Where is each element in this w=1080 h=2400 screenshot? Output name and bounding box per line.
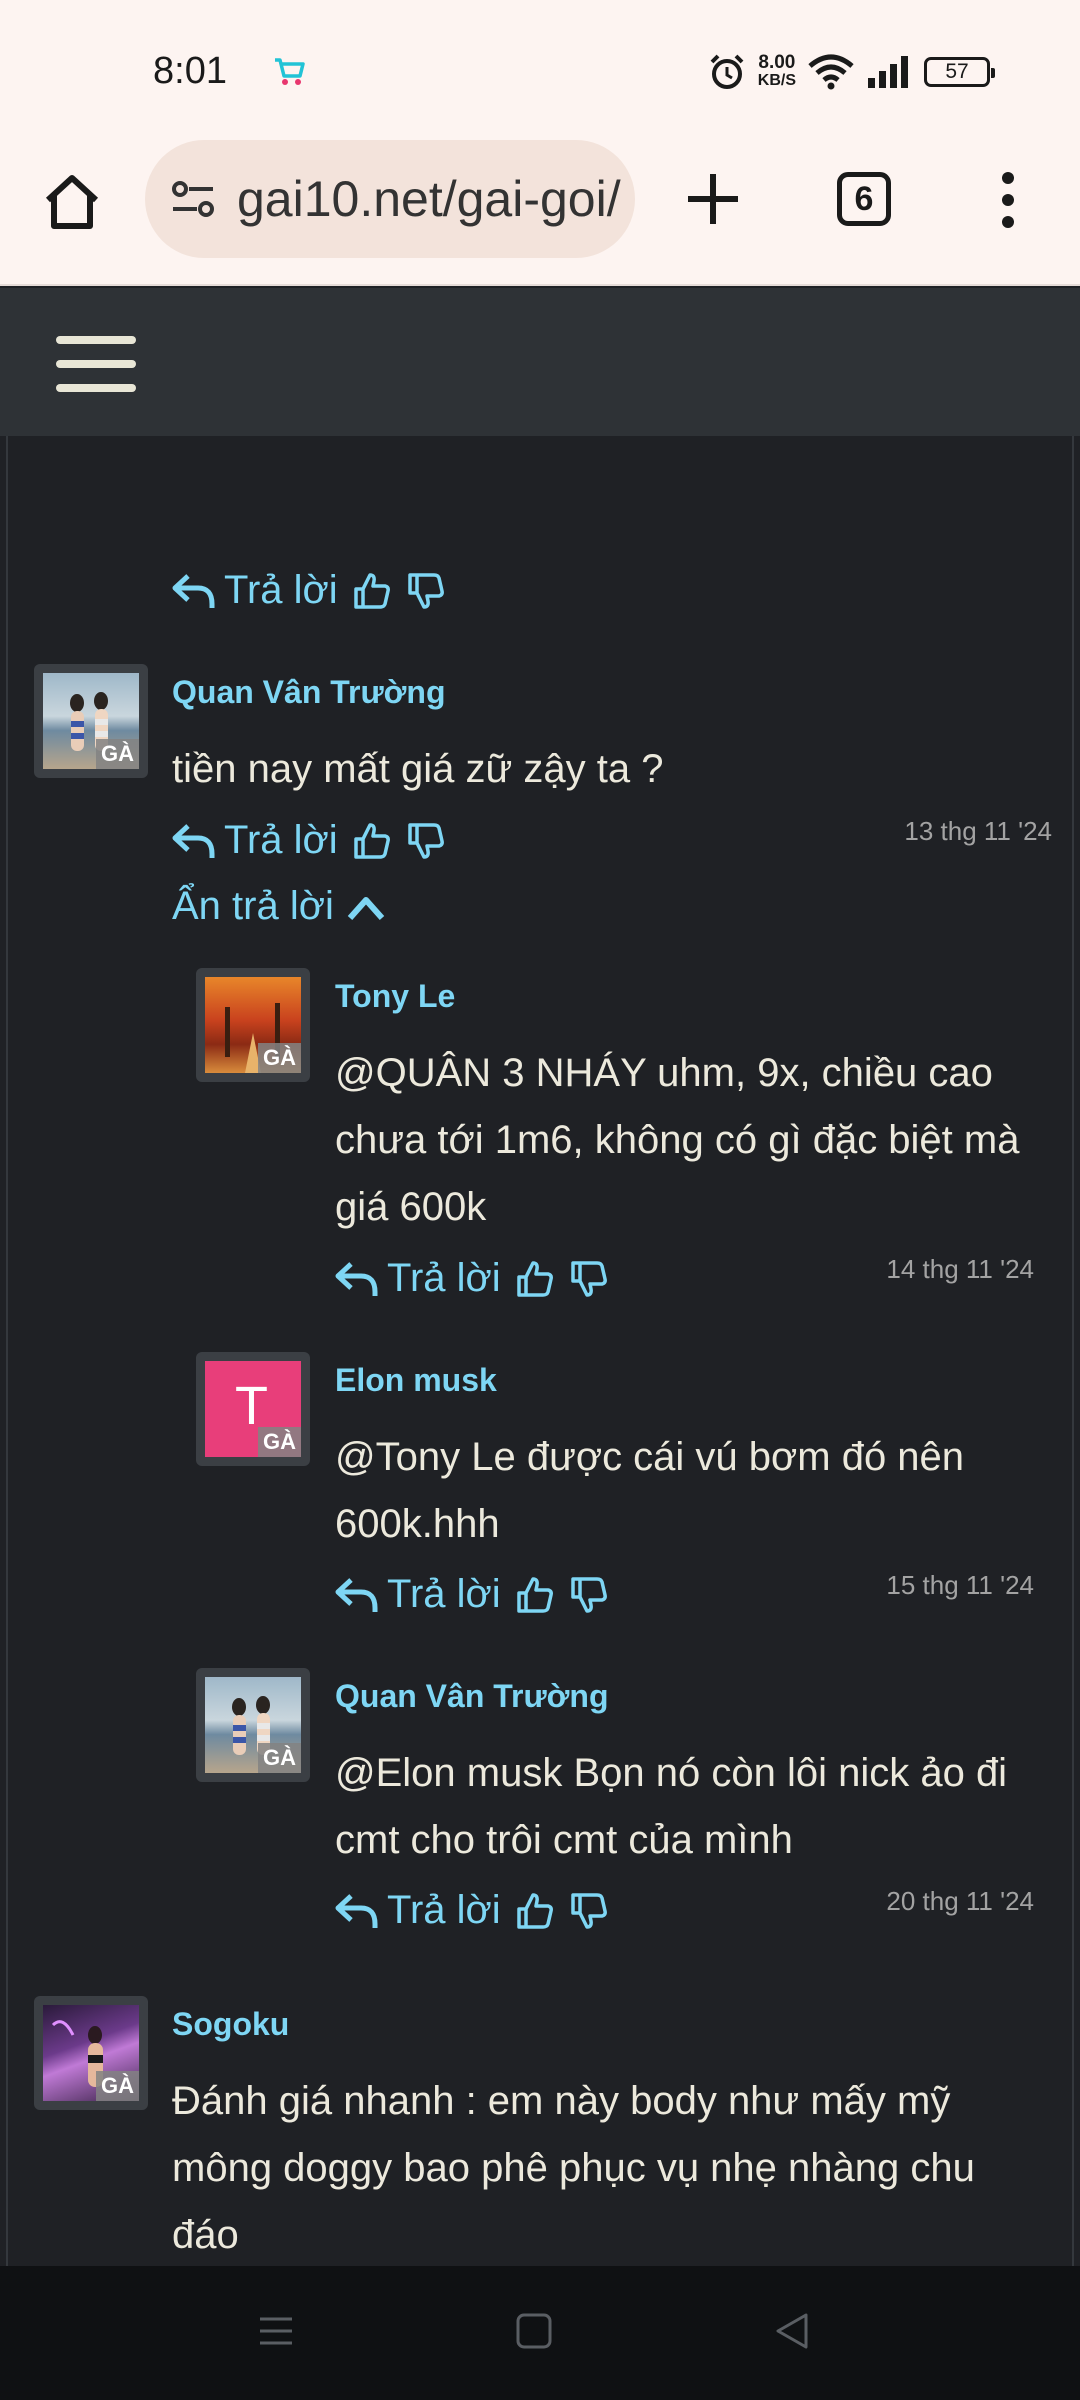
comment-author[interactable]: Quan Vân Trường (335, 1678, 609, 1715)
reply-icon[interactable] (172, 822, 216, 860)
comment-actions: Trả lời (172, 568, 446, 613)
avatar[interactable]: GÀ (34, 1996, 148, 2110)
back-icon[interactable] (772, 2311, 812, 2351)
status-time: 8:01 (153, 50, 227, 92)
thumbs-up-icon[interactable] (352, 821, 392, 861)
comment-author[interactable]: Elon musk (335, 1362, 497, 1399)
comment-author[interactable]: Sogoku (172, 2006, 289, 2043)
comment-actions: Trả lời (335, 1572, 609, 1617)
avatar[interactable]: GÀ (196, 968, 310, 1082)
reply-button[interactable]: Trả lời (387, 1572, 501, 1617)
thumbs-down-icon[interactable] (406, 571, 446, 611)
thumbs-up-icon[interactable] (515, 1891, 555, 1931)
comment-date: 14 thg 11 '24 (886, 1254, 1034, 1284)
avatar[interactable]: GÀ (34, 664, 148, 778)
comment-date: 13 thg 11 '24 (904, 816, 1052, 846)
chevron-up-icon (347, 896, 385, 920)
comment-author[interactable]: Tony Le (335, 978, 455, 1015)
rank-badge: GÀ (96, 2071, 139, 2101)
thumbs-down-icon[interactable] (406, 821, 446, 861)
url-text[interactable]: gai10.net/gai-goi/ (237, 170, 621, 228)
comment-actions: Trả lời (172, 818, 446, 863)
alarm-icon (710, 54, 744, 89)
browser-toolbar: gai10.net/gai-goi/ 6 (0, 140, 1080, 286)
letter-avatar: T GÀ (205, 1361, 301, 1457)
home-nav-icon[interactable] (514, 2311, 554, 2351)
hamburger-menu-icon[interactable] (56, 336, 136, 392)
rank-badge: GÀ (258, 1043, 301, 1073)
thumbs-down-icon[interactable] (569, 1259, 609, 1299)
comment-text: @Tony Le được cái vú bơm đó nên 600k.hhh (335, 1435, 965, 1546)
thumbs-down-icon[interactable] (569, 1891, 609, 1931)
rank-badge: GÀ (258, 1427, 301, 1457)
comment-author[interactable]: Quan Vân Trường (172, 674, 446, 711)
comment-date: 20 thg 11 '24 (886, 1886, 1034, 1916)
comment-date: 15 thg 11 '24 (886, 1570, 1034, 1600)
home-icon[interactable] (40, 170, 104, 234)
comment-actions: Trả lời (335, 1256, 609, 1301)
reply-icon[interactable] (335, 1576, 379, 1614)
battery-icon: 57 (924, 57, 995, 87)
tab-switcher-button[interactable]: 6 (837, 172, 891, 226)
new-tab-icon[interactable] (680, 166, 746, 232)
system-nav-bar (0, 2266, 1080, 2400)
reply-button[interactable]: Trả lời (387, 1888, 501, 1933)
more-options-icon[interactable] (990, 170, 1026, 230)
thumbs-up-icon[interactable] (515, 1259, 555, 1299)
recent-apps-icon[interactable] (256, 2311, 296, 2351)
network-speed: 8.00 KB/S (757, 52, 796, 89)
site-header (0, 288, 1080, 436)
reply-icon[interactable] (335, 1892, 379, 1930)
avatar[interactable]: T GÀ (196, 1352, 310, 1466)
thumbs-down-icon[interactable] (569, 1575, 609, 1615)
reply-button[interactable]: Trả lời (387, 1256, 501, 1301)
hide-replies-label: Ẩn trả lời (172, 884, 334, 928)
comment-text: tiền nay mất giá zữ zậy ta ? (172, 747, 664, 791)
comment-text: @QUÂN 3 NHÁY uhm, 9x, chiều cao chưa tới… (335, 1051, 1020, 1229)
signal-icon (868, 56, 908, 88)
reply-button[interactable]: Trả lời (224, 818, 338, 863)
wifi-icon (808, 54, 854, 90)
thumbs-up-icon[interactable] (515, 1575, 555, 1615)
comment-actions: Trả lời (335, 1888, 609, 1933)
shopping-app-icon (275, 58, 305, 85)
comment-text: @Elon musk Bọn nó còn lôi nick ảo đi cmt… (335, 1751, 1008, 1862)
comment-list: Trả lời GÀ Quan Vân Trường tiền nay mất … (6, 436, 1074, 2266)
reply-button[interactable]: Trả lời (224, 568, 338, 613)
rank-badge: GÀ (96, 739, 139, 769)
reply-icon[interactable] (335, 1260, 379, 1298)
avatar[interactable]: GÀ (196, 1668, 310, 1782)
status-bar: 8:01 8.00 KB/S 57 (0, 0, 1080, 140)
address-bar[interactable]: gai10.net/gai-goi/ (145, 140, 635, 258)
site-settings-icon[interactable] (167, 173, 219, 225)
hide-replies-button[interactable]: Ẩn trả lời (172, 884, 386, 929)
comment-text: Đánh giá nhanh : em này body như mấy mỹ … (172, 2079, 975, 2257)
rank-badge: GÀ (258, 1743, 301, 1773)
reply-icon[interactable] (172, 572, 216, 610)
thumbs-up-icon[interactable] (352, 571, 392, 611)
